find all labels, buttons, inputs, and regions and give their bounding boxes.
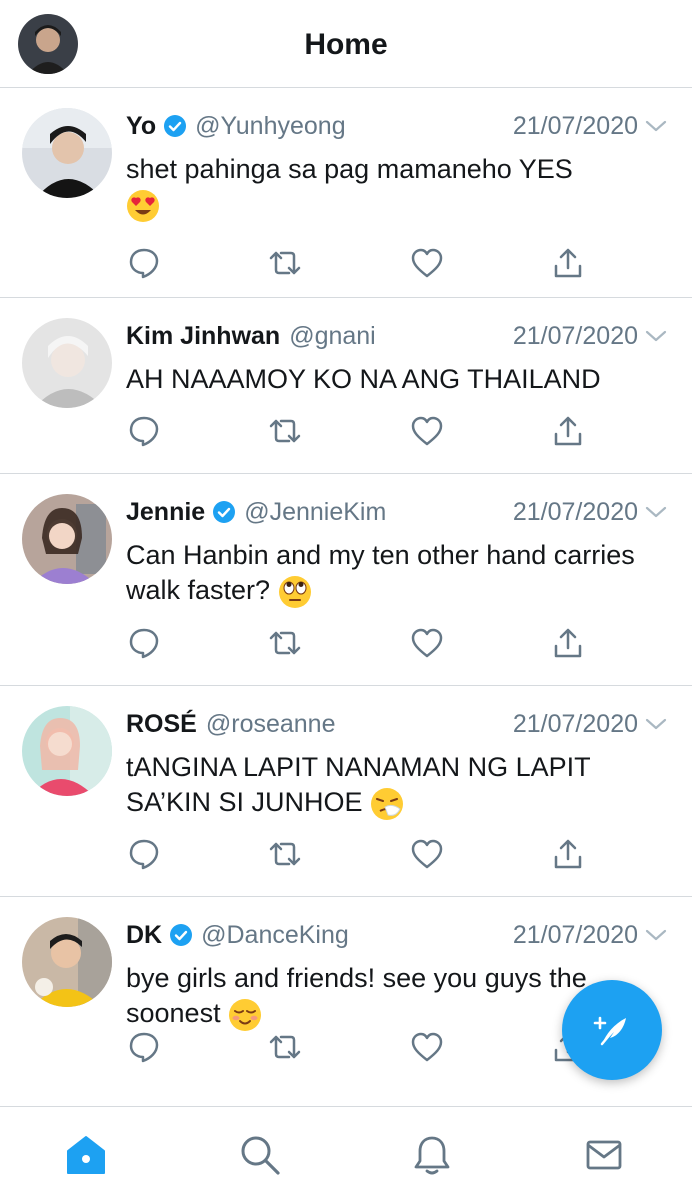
tweet-date: 21/07/2020 — [512, 709, 638, 738]
relieved-emoji-icon — [228, 998, 262, 1032]
retweet-icon[interactable] — [267, 625, 303, 661]
avatar[interactable] — [22, 318, 112, 408]
retweet-icon[interactable] — [267, 1029, 303, 1065]
home-icon — [67, 1136, 105, 1174]
share-icon[interactable] — [550, 413, 586, 449]
author-handle[interactable]: @gnani — [289, 322, 376, 351]
avatar[interactable] — [22, 917, 112, 1007]
reply-icon[interactable] — [126, 1029, 162, 1065]
author-handle[interactable]: @DanceKing — [201, 921, 349, 950]
chevron-down-icon[interactable] — [644, 324, 668, 348]
like-icon[interactable] — [409, 413, 445, 449]
tweet-text: shet pahinga sa pag mamaneho YES — [126, 152, 668, 223]
bottom-tab-bar — [0, 1106, 692, 1200]
like-icon[interactable] — [409, 1029, 445, 1065]
verified-badge-icon — [164, 115, 187, 137]
chevron-down-icon[interactable] — [644, 923, 668, 947]
tweet-text-content: bye girls and friends! see you guys the … — [126, 963, 587, 1028]
retweet-icon[interactable] — [267, 836, 303, 872]
tab-search[interactable] — [230, 1125, 290, 1185]
like-icon[interactable] — [409, 836, 445, 872]
messages-icon — [586, 1140, 622, 1170]
verified-badge-icon — [170, 924, 193, 946]
tweet[interactable]: Yo @Yunhyeong 21/07/2020 shet pahinga sa… — [0, 88, 692, 298]
tweet-text: Can Hanbin and my ten other hand carries… — [126, 538, 668, 609]
author-name[interactable]: Yo — [126, 112, 156, 141]
avatar[interactable] — [22, 494, 112, 584]
tweet-text-content: shet pahinga sa pag mamaneho YES — [126, 154, 573, 184]
author-handle[interactable]: @JennieKim — [244, 498, 386, 527]
chevron-down-icon[interactable] — [644, 500, 668, 524]
tweet[interactable]: Kim Jinhwan @gnani 21/07/2020 AH NAAAMOY… — [0, 298, 692, 474]
share-icon[interactable] — [550, 836, 586, 872]
heart-eyes-emoji-icon — [126, 189, 160, 223]
sneezing-emoji-icon — [370, 787, 404, 821]
compose-tweet-button[interactable] — [562, 980, 662, 1080]
tweet-date: 21/07/2020 — [512, 920, 638, 949]
tweet-date: 21/07/2020 — [512, 497, 638, 526]
author-handle[interactable]: @Yunhyeong — [195, 112, 346, 141]
like-icon[interactable] — [409, 625, 445, 661]
reply-icon[interactable] — [126, 625, 162, 661]
author-name[interactable]: ROSÉ — [126, 710, 197, 739]
author-name[interactable]: DK — [126, 921, 162, 950]
reply-icon[interactable] — [126, 413, 162, 449]
retweet-icon[interactable] — [267, 245, 303, 281]
tweet-text: AH NAAAMOY KO NA ANG THAILAND — [126, 364, 601, 394]
tweet-actions — [126, 413, 586, 449]
tweet-actions — [126, 245, 586, 281]
reply-icon[interactable] — [126, 836, 162, 872]
top-bar: Home — [0, 0, 692, 88]
tab-notifications[interactable] — [402, 1125, 462, 1185]
tab-messages[interactable] — [574, 1125, 634, 1185]
search-icon — [241, 1136, 280, 1175]
tweet-date: 21/07/2020 — [512, 321, 638, 350]
avatar[interactable] — [22, 108, 112, 198]
tab-home[interactable] — [56, 1125, 116, 1185]
verified-badge-icon — [213, 501, 236, 523]
tweet-text: tANGINA LAPIT NANAMAN NG LAPIT SA’KIN SI… — [126, 750, 668, 821]
timeline: Yo @Yunhyeong 21/07/2020 shet pahinga sa… — [0, 88, 692, 1109]
author-name[interactable]: Kim Jinhwan — [126, 322, 280, 351]
like-icon[interactable] — [409, 245, 445, 281]
tweet-date: 21/07/2020 — [512, 111, 638, 140]
author-handle[interactable]: @roseanne — [206, 710, 336, 739]
reply-icon[interactable] — [126, 245, 162, 281]
share-icon[interactable] — [550, 625, 586, 661]
share-icon[interactable] — [550, 245, 586, 281]
tweet-actions — [126, 1029, 586, 1065]
tweet-actions — [126, 625, 586, 661]
notifications-icon — [414, 1136, 450, 1175]
tweet-text-content: tANGINA LAPIT NANAMAN NG LAPIT SA’KIN SI… — [126, 752, 591, 817]
author-name[interactable]: Jennie — [126, 498, 205, 527]
page-title: Home — [304, 28, 388, 61]
chevron-down-icon[interactable] — [644, 114, 668, 138]
avatar[interactable] — [22, 706, 112, 796]
eye-roll-emoji-icon — [278, 575, 312, 609]
retweet-icon[interactable] — [267, 413, 303, 449]
tweet-text-content: Can Hanbin and my ten other hand carries… — [126, 540, 635, 605]
chevron-down-icon[interactable] — [644, 712, 668, 736]
tweet-actions — [126, 836, 586, 872]
compose-feather-icon — [593, 1016, 626, 1046]
tweet[interactable]: Jennie @JennieKim 21/07/2020 Can Hanbin … — [0, 474, 692, 686]
tweet[interactable]: ROSÉ @roseanne 21/07/2020 tANGINA LAPIT … — [0, 686, 692, 897]
